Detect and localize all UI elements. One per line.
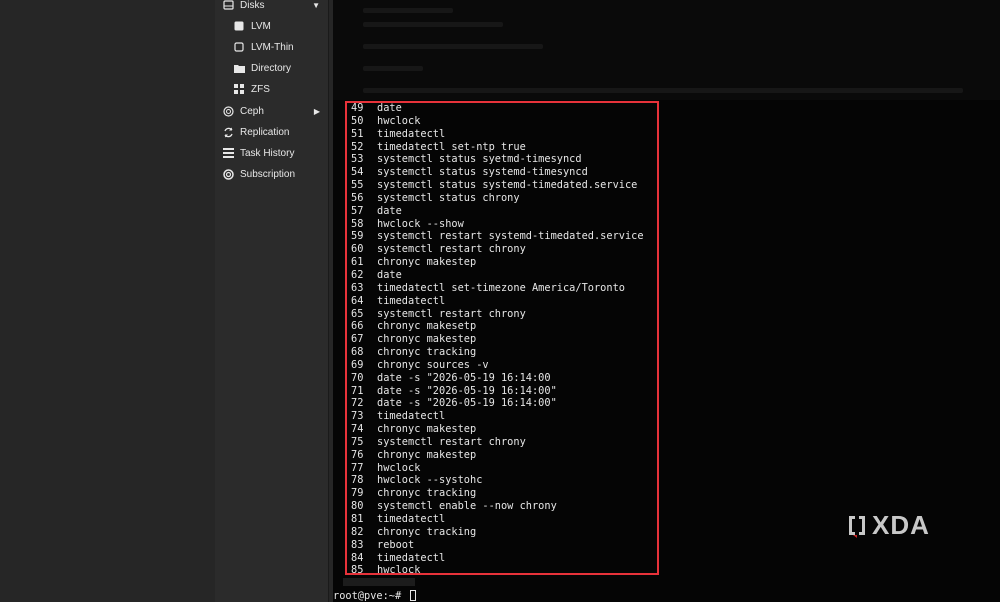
sidebar-item-disks[interactable]: Disks ▼	[215, 0, 328, 15]
left-panel	[0, 0, 215, 602]
xda-logo-icon	[849, 515, 865, 538]
lvm-icon	[232, 19, 246, 33]
sidebar-item-label: ZFS	[251, 83, 270, 95]
chevron-down-icon[interactable]: ▼	[312, 1, 320, 10]
terminal-cursor	[410, 590, 417, 601]
task-list-icon	[221, 146, 235, 160]
folder-icon	[232, 61, 246, 75]
history-highlight-box	[345, 101, 659, 575]
sidebar-item-zfs[interactable]: ZFS	[215, 79, 328, 99]
lifebuoy-icon	[221, 167, 235, 181]
blurred-output-line	[363, 22, 503, 27]
disk-icon	[221, 0, 235, 12]
sidebar-item-label: Ceph	[240, 105, 264, 117]
terminal-scrollbar[interactable]	[343, 578, 415, 586]
zfs-grid-icon	[232, 82, 246, 96]
prompt-text: root@pve:~#	[333, 590, 402, 602]
replication-icon	[221, 125, 235, 139]
ceph-icon	[221, 104, 235, 118]
sidebar-item-task-history[interactable]: Task History	[215, 143, 328, 163]
sidebar-item-label: LVM	[251, 20, 271, 32]
sidebar-item-lvm[interactable]: LVM	[215, 16, 328, 36]
blurred-output-line	[363, 66, 423, 71]
sidebar-item-label: Directory	[251, 62, 292, 74]
blurred-output-line	[363, 8, 453, 13]
blurred-output-line	[363, 88, 963, 93]
sidebar-nav: Disks ▼ LVM LVM-Thin Directory ZFS Ceph …	[215, 0, 329, 602]
sidebar-item-subscription[interactable]: Subscription	[215, 164, 328, 184]
sidebar-item-directory[interactable]: Directory	[215, 58, 328, 78]
sidebar-item-label: Replication	[240, 126, 290, 138]
sidebar-item-label: Task History	[240, 147, 295, 159]
sidebar-item-label: LVM-Thin	[251, 41, 294, 53]
sidebar-item-label: Subscription	[240, 168, 296, 180]
terminal-prompt[interactable]: root@pve:~#	[333, 590, 417, 602]
xda-logo-text: XDA	[872, 510, 930, 540]
sidebar-item-ceph[interactable]: Ceph ▶	[215, 101, 328, 121]
sidebar-item-lvm-thin[interactable]: LVM-Thin	[215, 37, 328, 57]
chevron-right-icon[interactable]: ▶	[314, 107, 320, 116]
sidebar-item-label: Disks	[240, 0, 265, 11]
blurred-output-line	[363, 44, 543, 49]
terminal-previous-output	[333, 0, 1000, 100]
sidebar-item-replication[interactable]: Replication	[215, 122, 328, 142]
xda-watermark: XDA	[846, 510, 930, 541]
lvm-thin-icon	[232, 40, 246, 54]
